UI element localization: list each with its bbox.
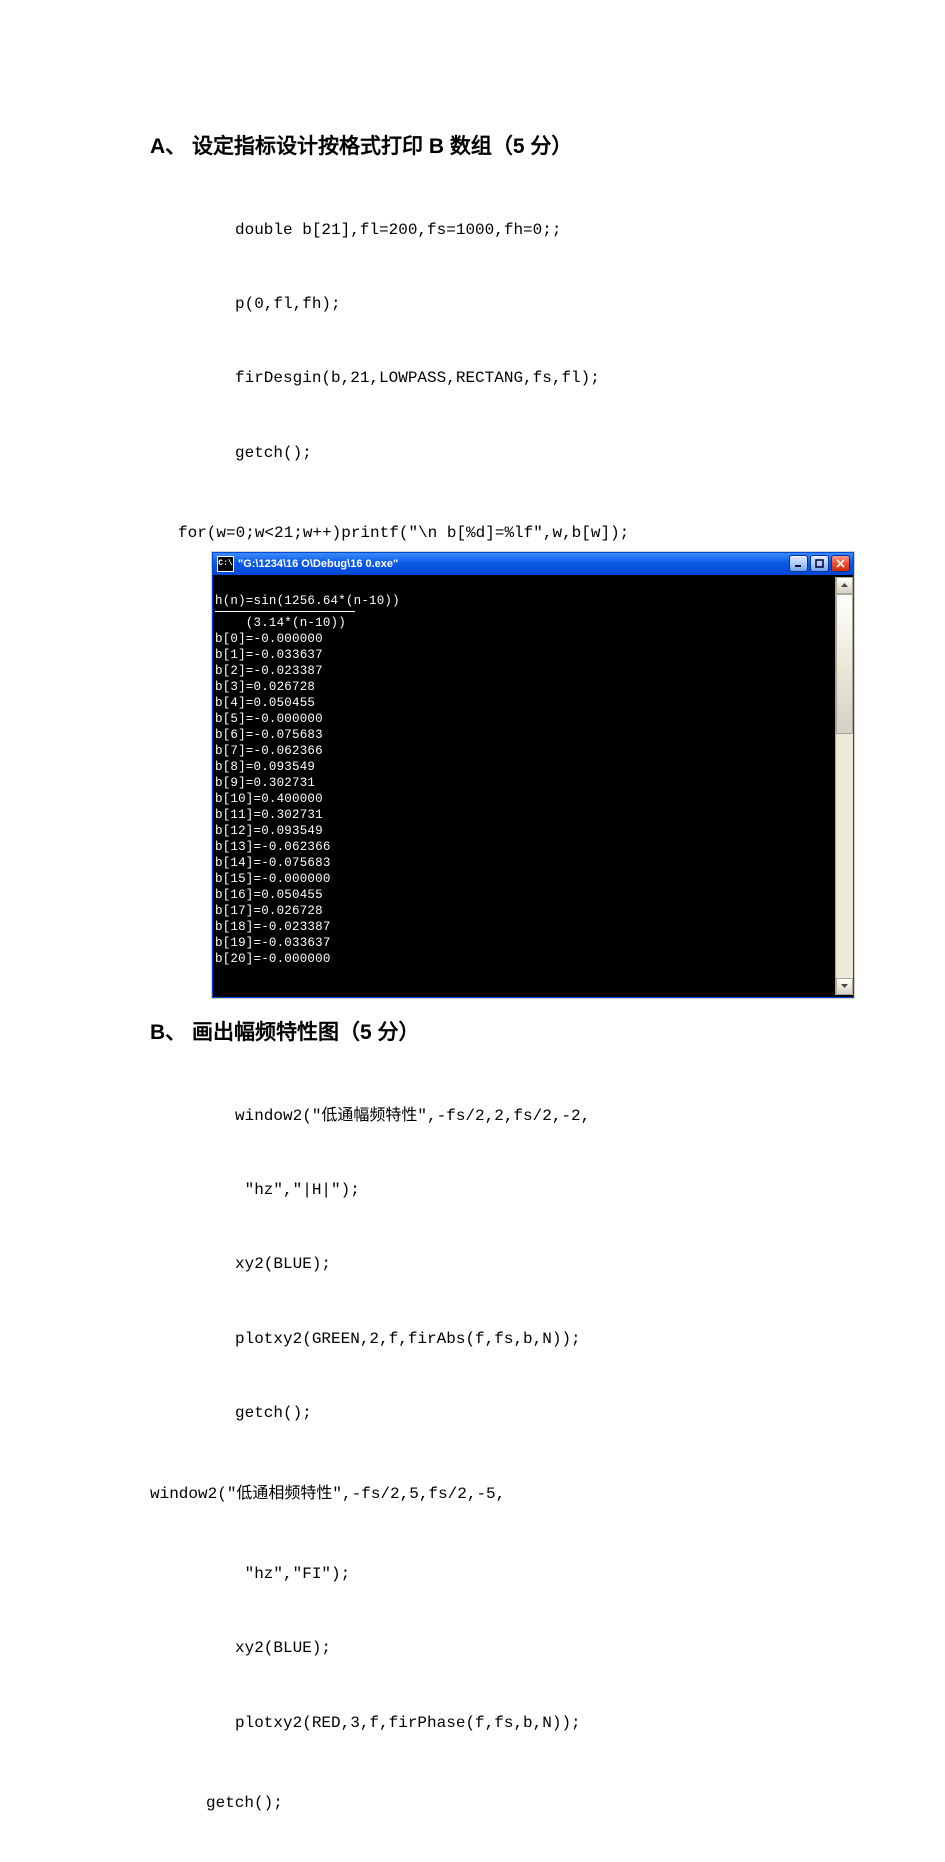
console-line: b[4]=0.050455 <box>215 696 315 710</box>
console-line: b[18]=-0.023387 <box>215 920 331 934</box>
section-b-code-1: window2("低通幅频特性",-fs/2,2,fs/2,-2, "hz","… <box>150 1054 885 1476</box>
chevron-down-icon <box>841 984 848 988</box>
section-a-code-tail: for(w=0;w<21;w++)printf("\n b[%d]=%lf",w… <box>150 521 885 546</box>
console-line: b[8]=0.093549 <box>215 760 315 774</box>
console-line: b[14]=-0.075683 <box>215 856 331 870</box>
divider-line <box>215 611 355 612</box>
code-line: "hz","FI"); <box>235 1562 885 1587</box>
console-output: h(n)=sin(1256.64*(n-10)) (3.14*(n-10)) b… <box>215 577 835 995</box>
code-line: getch(); <box>235 1401 885 1426</box>
maximize-button[interactable] <box>810 555 829 572</box>
chevron-up-icon <box>841 583 848 587</box>
window-buttons <box>789 555 850 572</box>
code-line: firDesgin(b,21,LOWPASS,RECTANG,fs,fl); <box>235 366 885 391</box>
console-line: b[6]=-0.075683 <box>215 728 323 742</box>
scroll-thumb[interactable] <box>836 594 853 734</box>
cmd-icon: C:\ <box>217 556 234 572</box>
code-line: plotxy2(RED,3,f,firPhase(f,fs,b,N)); <box>235 1711 885 1736</box>
maximize-icon <box>815 559 824 568</box>
document-page: A、 设定指标设计按格式打印 B 数组（5 分） double b[21],fl… <box>0 0 945 1862</box>
console-title-text: "G:\1234\16 O\Debug\16 0.exe" <box>238 558 789 570</box>
console-titlebar[interactable]: C:\ "G:\1234\16 O\Debug\16 0.exe" <box>213 553 853 575</box>
console-line: b[1]=-0.033637 <box>215 648 323 662</box>
console-body: h(n)=sin(1256.64*(n-10)) (3.14*(n-10)) b… <box>213 575 853 997</box>
scroll-track[interactable] <box>836 734 853 978</box>
console-line: b[0]=-0.000000 <box>215 632 323 646</box>
vertical-scrollbar[interactable] <box>835 577 853 995</box>
code-line: xy2(BLUE); <box>235 1252 885 1277</box>
section-b-code-tail: getch(); <box>150 1791 885 1816</box>
console-line: (3.14*(n-10)) <box>215 616 346 630</box>
minimize-icon <box>794 559 803 568</box>
close-icon <box>836 559 845 568</box>
console-line: b[15]=-0.000000 <box>215 872 331 886</box>
scroll-up-button[interactable] <box>836 577 853 594</box>
code-line: double b[21],fl=200,fs=1000,fh=0;; <box>235 218 885 243</box>
console-line: b[11]=0.302731 <box>215 808 323 822</box>
console-line: b[2]=-0.023387 <box>215 664 323 678</box>
code-line: plotxy2(GREEN,2,f,firAbs(f,fs,b,N)); <box>235 1327 885 1352</box>
code-line: "hz","|H|"); <box>235 1178 885 1203</box>
minimize-button[interactable] <box>789 555 808 572</box>
code-line: p(0,fl,fh); <box>235 292 885 317</box>
section-a-heading: A、 设定指标设计按格式打印 B 数组（5 分） <box>150 130 885 160</box>
console-line: b[16]=0.050455 <box>215 888 323 902</box>
console-line: b[19]=-0.033637 <box>215 936 331 950</box>
console-line: b[5]=-0.000000 <box>215 712 323 726</box>
section-a-code: double b[21],fl=200,fs=1000,fh=0;; p(0,f… <box>150 168 885 515</box>
section-b-heading: B、 画出幅频特性图（5 分） <box>150 1016 885 1046</box>
console-window: C:\ "G:\1234\16 O\Debug\16 0.exe" h(n)=s… <box>212 552 854 998</box>
console-line: b[10]=0.400000 <box>215 792 323 806</box>
console-line: b[20]=-0.000000 <box>215 952 331 966</box>
section-b-code-2: "hz","FI"); xy2(BLUE); plotxy2(RED,3,f,f… <box>150 1512 885 1785</box>
scroll-down-button[interactable] <box>836 978 853 995</box>
console-line: b[12]=0.093549 <box>215 824 323 838</box>
code-line: xy2(BLUE); <box>235 1636 885 1661</box>
console-line: b[13]=-0.062366 <box>215 840 331 854</box>
console-line: b[9]=0.302731 <box>215 776 315 790</box>
code-line: getch(); <box>235 441 885 466</box>
code-line: window2("低通幅频特性",-fs/2,2,fs/2,-2, <box>235 1104 885 1129</box>
console-line: b[7]=-0.062366 <box>215 744 323 758</box>
console-line: h(n)=sin(1256.64*(n-10)) <box>215 594 400 608</box>
console-line: b[3]=0.026728 <box>215 680 315 694</box>
close-button[interactable] <box>831 555 850 572</box>
console-line: b[17]=0.026728 <box>215 904 323 918</box>
section-b-code-mid: window2("低通相频特性",-fs/2,5,fs/2,-5, <box>150 1482 885 1507</box>
